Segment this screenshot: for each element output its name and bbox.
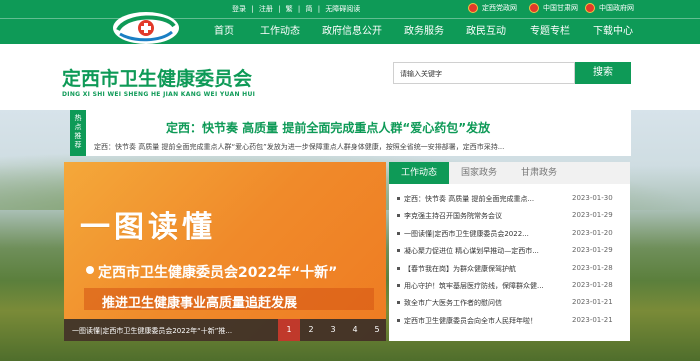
site-title: 定西市卫生健康委员会 (62, 68, 253, 90)
site-pinyin: DING XI SHI WEI SHENG HE JIAN KANG WEI Y… (62, 91, 256, 98)
news-date: 2023-01-20 (572, 228, 613, 237)
bullet-icon (397, 214, 400, 218)
slider-page-5[interactable]: 5 (366, 319, 386, 341)
news-title[interactable]: 李克强主持召开国务院常务会议 (404, 211, 554, 221)
accessibility-link[interactable]: 无障碍阅读 (325, 5, 360, 13)
nav-special-topics[interactable]: 专题专栏 (530, 22, 570, 37)
news-date: 2023-01-21 (572, 315, 613, 324)
list-item[interactable]: 一图读懂|定西市卫生健康委员会2022... 2023-01-20 (389, 226, 630, 243)
utility-links: 登录 | 注册 | 繁 | 简 | 无障碍阅读 (232, 4, 363, 14)
list-item[interactable]: 李克强主持召开国务院常务会议 2023-01-29 (389, 208, 630, 225)
list-item[interactable]: 用心守护！筑牢基层医疗防线，保障群众健... 2023-01-28 (389, 278, 630, 295)
news-tabs: 工作动态 国家政务 甘肃政务 (389, 162, 630, 184)
slider-page-3[interactable]: 3 (322, 319, 344, 341)
bullet-icon (397, 249, 400, 253)
news-title[interactable]: 定西：快节奏 高质量 提前全面完成重点... (404, 194, 554, 204)
slider-caption[interactable]: 一图读懂|定西市卫生健康委员会2022年“十新”推... (72, 326, 232, 336)
bullet-icon (397, 231, 400, 235)
news-date: 2023-01-28 (572, 263, 613, 272)
search-button[interactable]: 搜索 (575, 62, 631, 84)
list-item[interactable]: 致全市广大医务工作者的慰问信 2023-01-21 (389, 295, 630, 312)
separator: | (251, 5, 254, 13)
tag-char: 推 (74, 132, 82, 140)
news-date: 2023-01-21 (572, 298, 613, 307)
slider-pagination: 1 2 3 4 5 (278, 319, 386, 341)
register-link[interactable]: 注册 (259, 5, 273, 13)
gov-link-gansu[interactable]: 中国甘肃网 (529, 3, 578, 13)
headline-title[interactable]: 定西：快节奏 高质量 提前全面完成重点人群“爱心药包”发放 (166, 119, 490, 136)
health-commission-logo-icon[interactable] (110, 8, 182, 46)
national-emblem-icon (468, 3, 478, 13)
tab-work-news[interactable]: 工作动态 (389, 162, 449, 184)
news-date: 2023-01-28 (572, 280, 613, 289)
slider-page-1[interactable]: 1 (278, 319, 300, 341)
news-title[interactable]: 致全市广大医务工作者的慰问信 (404, 298, 554, 308)
separator: | (317, 5, 321, 13)
gov-link-label: 中国甘肃网 (543, 4, 578, 12)
separator: | (297, 5, 301, 13)
list-item[interactable]: 凝心聚力促进位 精心谋划早推动—定西市... 2023-01-29 (389, 243, 630, 260)
login-link[interactable]: 登录 (232, 5, 246, 13)
headline-summary[interactable]: 定西：快节奏 高质量 提前全面完成重点人群“爱心药包”发放为进一步保障重点人群身… (94, 142, 628, 152)
news-date: 2023-01-29 (572, 211, 613, 220)
list-item[interactable]: 定西：快节奏 高质量 提前全面完成重点... 2023-01-30 (389, 191, 630, 208)
separator: | (278, 5, 281, 13)
list-item[interactable]: 【春节我在岗】为群众健康保驾护航 2023-01-28 (389, 261, 630, 278)
slider-page-2[interactable]: 2 (300, 319, 322, 341)
slider-heading: 一图读懂 (80, 210, 216, 245)
tag-char: 荐 (74, 141, 82, 149)
tag-char: 点 (74, 123, 82, 131)
featured-slider[interactable]: 一图读懂 定西市卫生健康委员会2022年“十新” 推进卫生健康事业高质量追赶发展… (64, 162, 386, 341)
bullet-icon (397, 197, 400, 200)
news-title[interactable]: 【春节我在岗】为群众健康保驾护航 (404, 264, 554, 274)
news-title[interactable]: 凝心聚力促进位 精心谋划早推动—定西市... (404, 246, 554, 256)
slider-line2: 推进卫生健康事业高质量追赶发展 (102, 296, 298, 311)
slider-line1: 定西市卫生健康委员会2022年“十新” (98, 265, 338, 281)
tag-char: 热 (74, 114, 82, 122)
news-panel: 工作动态 国家政务 甘肃政务 定西：快节奏 高质量 提前全面完成重点... 202… (389, 162, 630, 341)
nav-gov-services[interactable]: 政务服务 (404, 22, 444, 37)
nav-download[interactable]: 下载中心 (593, 22, 633, 37)
gov-link-label: 中国政府网 (599, 4, 634, 12)
nav-info-disclosure[interactable]: 政府信息公开 (322, 22, 382, 37)
list-item[interactable]: 定西市卫生健康委员会向全市人民拜年啦！ 2023-01-21 (389, 313, 630, 330)
news-title[interactable]: 用心守护！筑牢基层医疗防线，保障群众健... (404, 281, 554, 291)
bullet-dot-icon (86, 266, 94, 274)
tab-national-affairs[interactable]: 国家政务 (449, 162, 509, 184)
traditional-link[interactable]: 繁 (286, 5, 293, 13)
news-date: 2023-01-30 (572, 194, 613, 202)
gov-link-china[interactable]: 中国政府网 (585, 3, 634, 13)
bullet-icon (397, 266, 400, 270)
bullet-icon (397, 318, 400, 322)
simplified-link[interactable]: 简 (305, 5, 312, 13)
national-emblem-icon (529, 3, 539, 13)
news-title[interactable]: 定西市卫生健康委员会向全市人民拜年啦！ (404, 316, 554, 326)
hot-recommend-tag: 热 点 推 荐 (70, 110, 86, 156)
bullet-icon (397, 283, 400, 287)
gov-link-label: 定西党政网 (482, 4, 517, 12)
news-title[interactable]: 一图读懂|定西市卫生健康委员会2022... (404, 229, 554, 239)
nav-home[interactable]: 首页 (214, 22, 234, 37)
divider (0, 18, 700, 19)
news-list: 定西：快节奏 高质量 提前全面完成重点... 2023-01-30 李克强主持召开… (389, 191, 630, 330)
nav-work-news[interactable]: 工作动态 (260, 22, 300, 37)
search-input[interactable]: 请输入关键字 (393, 62, 575, 84)
national-emblem-icon (585, 3, 595, 13)
top-bar: 登录 | 注册 | 繁 | 简 | 无障碍阅读 定西党政网 中国甘肃网 中国政府… (0, 0, 700, 44)
bullet-icon (397, 301, 400, 305)
news-date: 2023-01-29 (572, 246, 613, 255)
tab-gansu-affairs[interactable]: 甘肃政务 (509, 162, 569, 184)
slider-page-4[interactable]: 4 (344, 319, 366, 341)
nav-interaction[interactable]: 政民互动 (466, 22, 506, 37)
gov-link-dingxi[interactable]: 定西党政网 (468, 3, 517, 13)
